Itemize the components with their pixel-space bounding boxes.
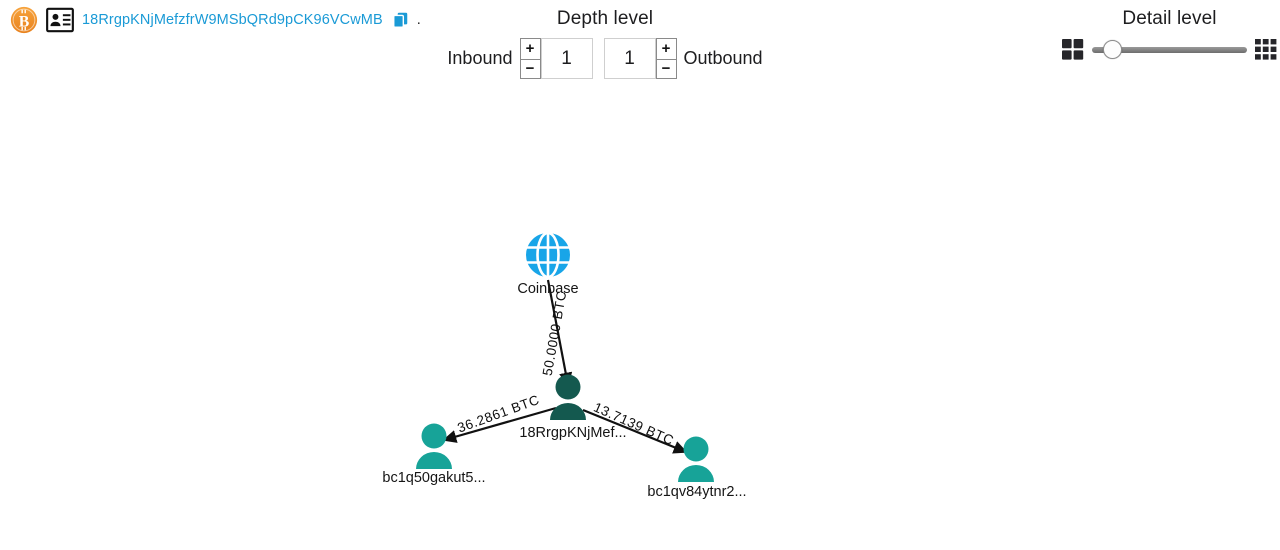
globe-icon <box>526 231 570 279</box>
graph-node-coinbase[interactable]: Coinbase <box>517 231 579 297</box>
person-icon <box>550 374 586 420</box>
transaction-graph[interactable]: Coinbase 18RrgpKNjMef... bc1q50gakut5... <box>0 0 1280 550</box>
graph-node-right[interactable]: bc1qv84ytnr2... <box>647 436 747 501</box>
person-icon <box>678 436 714 482</box>
graph-node-label: Coinbase <box>517 281 578 297</box>
person-icon <box>416 423 452 469</box>
graph-node-label: bc1qv84ytnr2... <box>647 484 746 500</box>
graph-node-label: bc1q50gakut5... <box>382 470 485 486</box>
graph-node-label: 18RrgpKNjMef... <box>519 425 626 441</box>
